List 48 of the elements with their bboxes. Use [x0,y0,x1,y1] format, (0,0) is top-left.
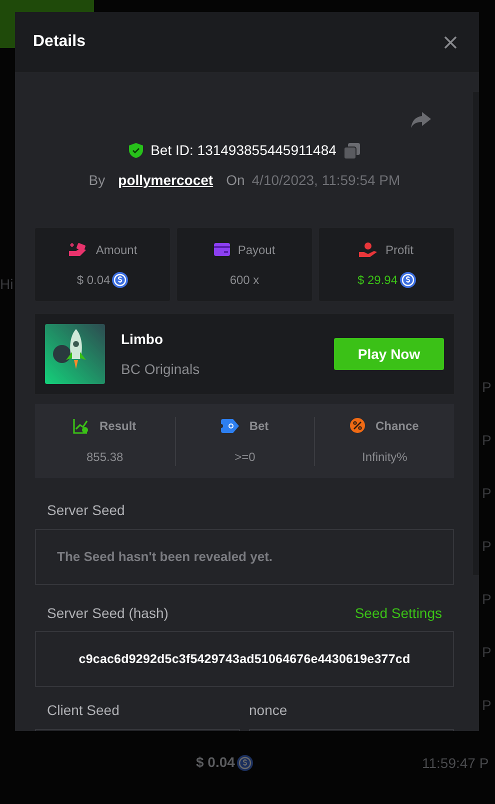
copy-icon[interactable] [344,142,360,158]
stat-label: Payout [238,242,276,258]
stat-label: Profit [385,242,414,258]
dialog-title: Details [33,32,86,52]
result-value: >=0 [234,448,256,466]
background-text: P [482,484,492,503]
game-provider: BC Originals [121,360,200,379]
person-hand-icon [359,242,378,258]
shield-check-icon [128,143,143,158]
result-label: Result [99,418,136,434]
result-value: Infinity% [362,448,408,466]
stat-value: 600 x [230,272,260,288]
share-icon[interactable] [411,112,431,128]
close-icon[interactable] [444,36,457,48]
stat-label: Amount [96,242,138,258]
field-label: Server Seed [47,501,126,520]
game-name: Limbo [121,330,164,348]
hand-coins-icon [68,242,88,258]
background-amount: $ 0.04 [196,753,235,772]
username-link[interactable]: pollymercocet [118,170,214,191]
background-text: P [482,431,492,450]
background-text: P [482,590,492,609]
field-label: nonce [249,701,288,720]
background-text: P [482,537,492,556]
field-label: Server Seed (hash) [47,604,168,623]
result-value: 855.38 [86,448,124,466]
stat-value: $ 29.94 [357,272,398,288]
background-text: P [482,643,492,662]
background-text: P [482,378,492,397]
server-seed-field: The Seed hasn't been revealed yet. [35,529,454,585]
seed-settings-link[interactable]: Seed Settings [354,603,442,624]
result-label: Bet [249,418,269,434]
coin-icon [236,754,253,770]
background-time: 11:59:47 P [422,754,489,773]
stat-value: $ 0.04 [76,272,110,288]
hash-field: c9cac6d9292d5c3f5429743ad51064676e4430619e377cd [35,631,454,687]
bet-id: Bet ID: 131493855445911484 [150,141,336,160]
background-text: Hi [0,275,14,294]
by-label: By [88,171,106,190]
ticket-icon [221,418,240,432]
bet-date: 4/10/2023, 11:59:54 PM [252,171,400,190]
on-label: On [226,171,245,190]
card-icon [214,243,230,256]
chart-check-icon [73,418,90,434]
background-text: P [482,696,492,715]
percent-icon [350,418,366,433]
result-label: Chance [375,418,419,434]
field-label: Client Seed [47,701,120,720]
